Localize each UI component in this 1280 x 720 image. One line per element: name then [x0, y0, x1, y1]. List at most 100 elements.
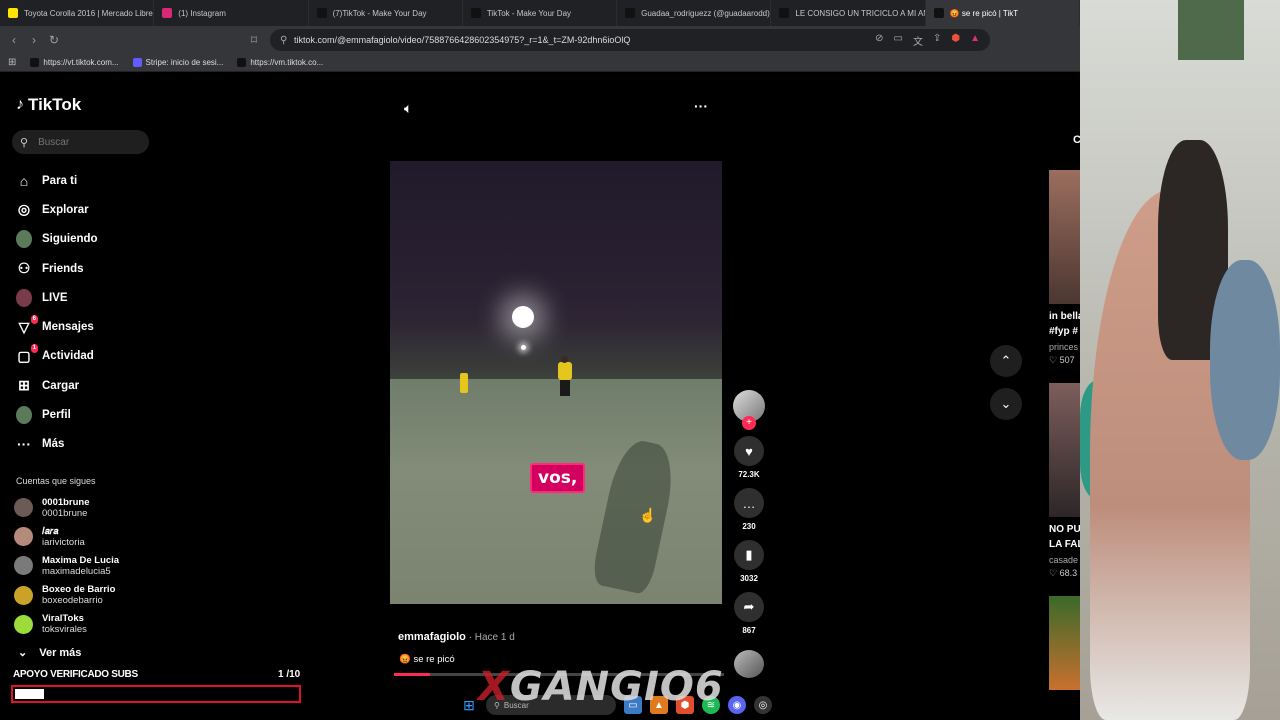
- recommendation-thumb[interactable]: [1049, 170, 1080, 304]
- reload-icon[interactable]: ↻: [44, 30, 64, 50]
- browser-tab-title: Guadaa_rodriguezz (@guadaarodd): [641, 8, 770, 18]
- chevron-down-icon: ⌄: [18, 647, 28, 659]
- browser-tab[interactable]: TikTok - Make Your Day: [463, 0, 618, 26]
- sidebar-item-label: Cargar: [42, 379, 80, 392]
- brave-shield-icon[interactable]: ⬢: [951, 33, 960, 48]
- following-item[interactable]: ViralToks toksvirales: [14, 610, 214, 639]
- sidebar-item-actividad[interactable]: ▢ 1 Actividad: [16, 342, 196, 371]
- notification-badge: 1: [30, 344, 38, 354]
- sidebar-item-live[interactable]: LIVE: [16, 283, 196, 312]
- instagram-icon: [162, 8, 173, 18]
- sidebar-item-label: Para ti: [42, 174, 78, 187]
- obs-icon[interactable]: ◎: [754, 696, 772, 714]
- next-video-button[interactable]: ⌄: [990, 388, 1022, 420]
- following-username: maximadelucia5: [42, 565, 111, 577]
- tiktok-logo[interactable]: ♪ TikTok: [16, 95, 81, 115]
- comment-action[interactable]: … 230: [733, 488, 765, 531]
- like-action[interactable]: ♥ 72.3K: [733, 436, 765, 479]
- video-action-bar: + ♥ 72.3K … 230 ▮ 3032 ➦ 867: [733, 390, 765, 644]
- apps-grid-icon[interactable]: ⊞: [8, 57, 16, 68]
- home-icon: ⌂: [19, 172, 29, 189]
- live-icon: [16, 288, 32, 307]
- recommendation-thumb[interactable]: [1049, 596, 1080, 690]
- author-name-link[interactable]: emmafagiolo: [398, 631, 466, 643]
- bookmark-item[interactable]: https://vt.tiktok.com...: [30, 58, 119, 67]
- back-icon[interactable]: ‹: [4, 30, 24, 50]
- cast-icon[interactable]: ▭: [894, 33, 903, 48]
- browser-tab[interactable]: (1) Instagram: [154, 0, 309, 26]
- avatar: [14, 498, 33, 518]
- more-options-icon[interactable]: ···: [694, 98, 708, 114]
- following-display-name: 𝐼𝑎𝑟𝑎: [42, 525, 59, 537]
- see-more-button[interactable]: ⌄ Ver más: [18, 646, 81, 660]
- tiktok-note-icon: ♪: [16, 96, 24, 113]
- sidebar-item-explorar[interactable]: ◎ Explorar: [16, 195, 196, 224]
- notification-badge: 6: [30, 315, 38, 325]
- volume-icon[interactable]: 🔈︎: [404, 100, 412, 117]
- following-item[interactable]: Maxima De Lucia maximadelucia5: [14, 551, 214, 580]
- following-list: 0001brune 0001brune 𝐼𝑎𝑟𝑎 iarivictoria Maxima…: [14, 493, 214, 639]
- sidebar-item-para-ti[interactable]: ⌂ Para ti: [16, 166, 196, 195]
- rec-title-line: #fyp #: [1049, 326, 1078, 337]
- compass-icon: ◎: [17, 201, 31, 218]
- sidebar-item-friends[interactable]: ⚇ Friends: [16, 254, 196, 283]
- share-arrow-icon[interactable]: ➦: [734, 592, 764, 622]
- stream-goal-bar: [11, 685, 301, 703]
- browser-tab[interactable]: 😡 se re picó | TikT: [925, 0, 1080, 26]
- heart-icon[interactable]: ♥: [734, 436, 764, 466]
- share-action[interactable]: ➦ 867: [733, 592, 765, 635]
- post-time: · Hace 1 d: [465, 632, 515, 643]
- mouse-cursor-icon: ☝: [639, 507, 657, 523]
- following-item[interactable]: 0001brune 0001brune: [14, 493, 214, 522]
- browser-tab[interactable]: LE CONSIGO UN TRICICLO A MI AM: [771, 0, 926, 26]
- following-item[interactable]: 𝐼𝑎𝑟𝑎 iarivictoria: [14, 522, 214, 551]
- video-player[interactable]: vos,: [390, 161, 722, 604]
- sidebar-item-perfil[interactable]: Perfil: [16, 400, 196, 429]
- recommendation-thumb[interactable]: [1049, 383, 1080, 517]
- url-field[interactable]: ⚲ tiktok.com/@emmafagiolo/video/75887664…: [270, 29, 990, 51]
- search-box[interactable]: ⚲: [12, 130, 149, 154]
- follow-plus-icon[interactable]: +: [742, 416, 756, 430]
- site-info-icon[interactable]: ⚲: [280, 35, 294, 46]
- activity-icon: ▢ 1: [17, 344, 38, 364]
- rec-title-line: NO PU: [1049, 524, 1080, 535]
- webcam-overlay: [1080, 0, 1280, 720]
- url-text: tiktok.com/@emmafagiolo/video/7588766428…: [294, 35, 631, 45]
- save-action[interactable]: ▮ 3032: [733, 540, 765, 583]
- sidebar-item-mensajes[interactable]: ▽ 6 Mensajes: [16, 312, 196, 341]
- bookmark-page-icon[interactable]: ⌑: [244, 30, 264, 50]
- discord-icon[interactable]: ◉: [728, 696, 746, 714]
- following-display-name: 0001brune: [42, 496, 90, 508]
- following-item[interactable]: Boxeo de Barrio boxeodebarrio: [14, 581, 214, 610]
- avatar: [14, 585, 33, 605]
- following-names: ViralToks toksvirales: [42, 613, 87, 635]
- comment-icon[interactable]: …: [734, 488, 764, 518]
- streamer-watermark: XGANGIO6: [478, 664, 724, 710]
- next-creator-avatar[interactable]: [734, 650, 764, 678]
- previous-video-button[interactable]: ⌃: [990, 345, 1022, 377]
- avatar: [14, 556, 33, 576]
- sidebar-item-label: Más: [42, 438, 65, 451]
- bookmark-icon[interactable]: ▮: [734, 540, 764, 570]
- creator-avatar[interactable]: +: [733, 390, 765, 430]
- browser-tab[interactable]: Toyota Corolla 2016 | Mercado Libre: [0, 0, 155, 26]
- video-player-figure-far: [460, 373, 468, 393]
- windows-start-icon[interactable]: ⊞: [460, 696, 478, 714]
- browser-tab[interactable]: (7)TikTok - Make Your Day: [309, 0, 463, 26]
- bookmark-item[interactable]: https://vm.tiktok.co...: [237, 58, 323, 67]
- video-floodlight: [512, 306, 534, 328]
- share-icon[interactable]: ⇪: [933, 33, 941, 48]
- following-names: 0001brune 0001brune: [42, 497, 90, 519]
- browser-tab-title: (1) Instagram: [178, 8, 226, 18]
- forward-icon[interactable]: ›: [24, 30, 44, 50]
- sidebar-item-siguiendo[interactable]: Siguiendo: [16, 225, 196, 254]
- sidebar-item-cargar[interactable]: ⊞ Cargar: [16, 371, 196, 400]
- no-camera-icon[interactable]: ⊘: [875, 33, 883, 48]
- translate-icon[interactable]: 文: [913, 33, 923, 48]
- sidebar-item-m-s[interactable]: ··· Más: [16, 430, 196, 459]
- search-input[interactable]: [36, 135, 137, 149]
- bookmark-item[interactable]: Stripe: inicio de sesi...: [132, 58, 223, 67]
- upload-icon: ⊞: [18, 377, 30, 394]
- brave-rewards-icon[interactable]: ▲: [970, 33, 980, 48]
- browser-tab[interactable]: Guadaa_rodriguezz (@guadaarodd): [617, 0, 772, 26]
